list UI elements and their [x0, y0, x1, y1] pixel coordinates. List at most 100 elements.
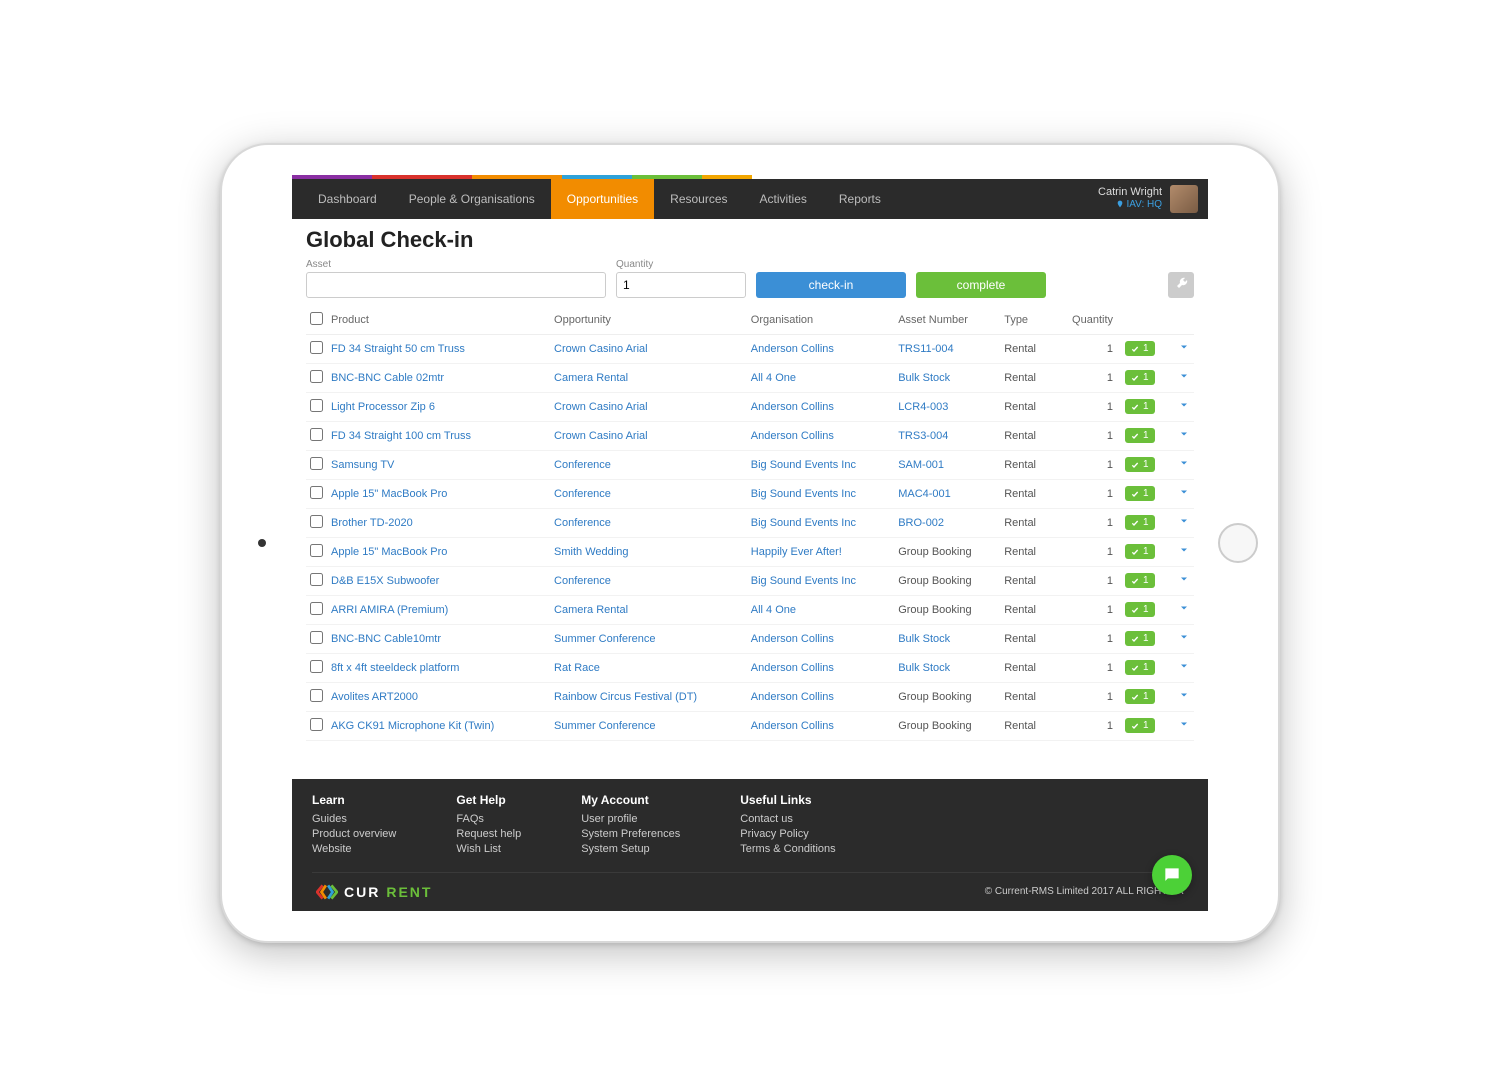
organisation-link[interactable]: Anderson Collins [747, 711, 894, 740]
footer-link[interactable]: Website [312, 843, 396, 855]
product-link[interactable]: FD 34 Straight 100 cm Truss [327, 421, 550, 450]
product-link[interactable]: Light Processor Zip 6 [327, 392, 550, 421]
footer-link[interactable]: System Setup [581, 843, 680, 855]
organisation-link[interactable]: Anderson Collins [747, 682, 894, 711]
row-checkbox[interactable] [310, 602, 323, 615]
organisation-link[interactable]: Big Sound Events Inc [747, 566, 894, 595]
row-expand[interactable] [1170, 421, 1194, 450]
row-expand[interactable] [1170, 334, 1194, 363]
nav-tab-dashboard[interactable]: Dashboard [302, 179, 393, 219]
organisation-link[interactable]: Big Sound Events Inc [747, 479, 894, 508]
organisation-link[interactable]: Anderson Collins [747, 334, 894, 363]
status-chip[interactable]: 1 [1125, 486, 1155, 501]
row-checkbox[interactable] [310, 631, 323, 644]
row-expand[interactable] [1170, 479, 1194, 508]
organisation-link[interactable]: All 4 One [747, 595, 894, 624]
row-expand[interactable] [1170, 566, 1194, 595]
organisation-link[interactable]: Anderson Collins [747, 653, 894, 682]
asset-number[interactable]: TRS3-004 [894, 421, 1000, 450]
nav-tab-resources[interactable]: Resources [654, 179, 743, 219]
row-expand[interactable] [1170, 682, 1194, 711]
select-all-checkbox[interactable] [310, 312, 323, 325]
organisation-link[interactable]: Anderson Collins [747, 392, 894, 421]
row-expand[interactable] [1170, 595, 1194, 624]
status-chip[interactable]: 1 [1125, 515, 1155, 530]
opportunity-link[interactable]: Rat Race [550, 653, 747, 682]
asset-number[interactable]: MAC4-001 [894, 479, 1000, 508]
product-link[interactable]: FD 34 Straight 50 cm Truss [327, 334, 550, 363]
nav-tab-reports[interactable]: Reports [823, 179, 897, 219]
product-link[interactable]: Brother TD-2020 [327, 508, 550, 537]
product-link[interactable]: D&B E15X Subwoofer [327, 566, 550, 595]
row-checkbox[interactable] [310, 428, 323, 441]
footer-link[interactable]: Privacy Policy [740, 828, 835, 840]
footer-link[interactable]: User profile [581, 813, 680, 825]
footer-link[interactable]: Wish List [456, 843, 521, 855]
row-expand[interactable] [1170, 653, 1194, 682]
status-chip[interactable]: 1 [1125, 573, 1155, 588]
opportunity-link[interactable]: Camera Rental [550, 595, 747, 624]
nav-tab-activities[interactable]: Activities [744, 179, 823, 219]
opportunity-link[interactable]: Summer Conference [550, 711, 747, 740]
opportunity-link[interactable]: Summer Conference [550, 624, 747, 653]
product-link[interactable]: 8ft x 4ft steeldeck platform [327, 653, 550, 682]
quantity-input[interactable] [616, 272, 746, 298]
opportunity-link[interactable]: Conference [550, 479, 747, 508]
brand-logo[interactable]: CURRENT [316, 883, 432, 901]
row-expand[interactable] [1170, 711, 1194, 740]
footer-link[interactable]: Terms & Conditions [740, 843, 835, 855]
asset-number[interactable]: Bulk Stock [894, 363, 1000, 392]
status-chip[interactable]: 1 [1125, 689, 1155, 704]
status-chip[interactable]: 1 [1125, 602, 1155, 617]
row-checkbox[interactable] [310, 457, 323, 470]
opportunity-link[interactable]: Smith Wedding [550, 537, 747, 566]
opportunity-link[interactable]: Conference [550, 508, 747, 537]
organisation-link[interactable]: Big Sound Events Inc [747, 450, 894, 479]
opportunity-link[interactable]: Camera Rental [550, 363, 747, 392]
chat-button[interactable] [1152, 855, 1192, 895]
asset-number[interactable]: LCR4-003 [894, 392, 1000, 421]
row-expand[interactable] [1170, 392, 1194, 421]
opportunity-link[interactable]: Conference [550, 566, 747, 595]
asset-number[interactable]: Bulk Stock [894, 624, 1000, 653]
row-expand[interactable] [1170, 450, 1194, 479]
row-expand[interactable] [1170, 624, 1194, 653]
product-link[interactable]: ARRI AMIRA (Premium) [327, 595, 550, 624]
asset-number[interactable]: BRO-002 [894, 508, 1000, 537]
status-chip[interactable]: 1 [1125, 428, 1155, 443]
row-expand[interactable] [1170, 508, 1194, 537]
row-checkbox[interactable] [310, 544, 323, 557]
nav-tab-people-organisations[interactable]: People & Organisations [393, 179, 551, 219]
row-checkbox[interactable] [310, 689, 323, 702]
organisation-link[interactable]: Anderson Collins [747, 421, 894, 450]
status-chip[interactable]: 1 [1125, 660, 1155, 675]
product-link[interactable]: Apple 15" MacBook Pro [327, 479, 550, 508]
status-chip[interactable]: 1 [1125, 370, 1155, 385]
asset-number[interactable]: TRS11-004 [894, 334, 1000, 363]
settings-button[interactable] [1168, 272, 1194, 298]
opportunity-link[interactable]: Crown Casino Arial [550, 334, 747, 363]
product-link[interactable]: Apple 15" MacBook Pro [327, 537, 550, 566]
opportunity-link[interactable]: Crown Casino Arial [550, 392, 747, 421]
nav-user-area[interactable]: Catrin Wright IAV: HQ [1098, 185, 1198, 213]
status-chip[interactable]: 1 [1125, 544, 1155, 559]
product-link[interactable]: Samsung TV [327, 450, 550, 479]
product-link[interactable]: AKG CK91 Microphone Kit (Twin) [327, 711, 550, 740]
footer-link[interactable]: Product overview [312, 828, 396, 840]
row-checkbox[interactable] [310, 515, 323, 528]
status-chip[interactable]: 1 [1125, 718, 1155, 733]
row-checkbox[interactable] [310, 370, 323, 383]
row-checkbox[interactable] [310, 399, 323, 412]
product-link[interactable]: Avolites ART2000 [327, 682, 550, 711]
status-chip[interactable]: 1 [1125, 399, 1155, 414]
opportunity-link[interactable]: Rainbow Circus Festival (DT) [550, 682, 747, 711]
footer-link[interactable]: FAQs [456, 813, 521, 825]
footer-link[interactable]: Request help [456, 828, 521, 840]
row-checkbox[interactable] [310, 718, 323, 731]
status-chip[interactable]: 1 [1125, 341, 1155, 356]
asset-number[interactable]: Bulk Stock [894, 653, 1000, 682]
checkin-button[interactable]: check-in [756, 272, 906, 298]
product-link[interactable]: BNC-BNC Cable 02mtr [327, 363, 550, 392]
nav-tab-opportunities[interactable]: Opportunities [551, 179, 654, 219]
opportunity-link[interactable]: Crown Casino Arial [550, 421, 747, 450]
